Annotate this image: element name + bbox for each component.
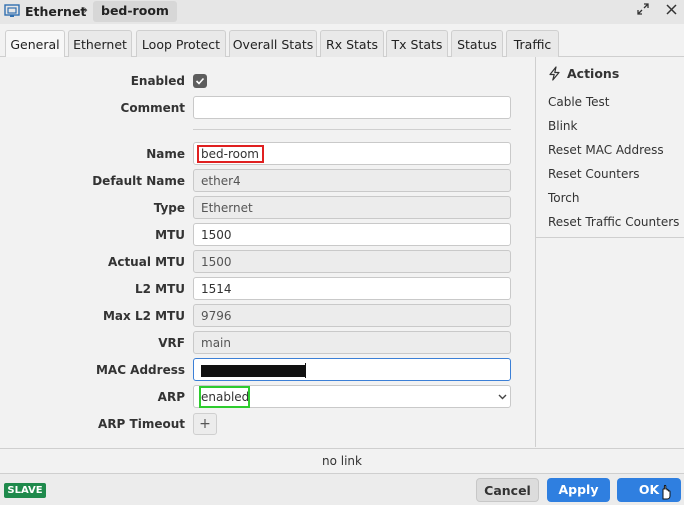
- arp-highlight-box: [199, 386, 250, 408]
- vrf-field: main: [193, 331, 511, 354]
- enabled-label: Enabled: [130, 74, 185, 88]
- chevron-down-icon[interactable]: [498, 392, 507, 403]
- cancel-button[interactable]: Cancel: [476, 478, 539, 502]
- ethernet-port-icon: [4, 4, 20, 18]
- footer: SLAVE Cancel Apply OK: [0, 474, 684, 505]
- divider: [193, 129, 511, 130]
- status-badge: SLAVE: [4, 483, 46, 498]
- actions-title: Actions: [567, 66, 620, 81]
- breadcrumb-section[interactable]: Ethernet: [25, 4, 86, 19]
- lightning-icon: [548, 66, 561, 84]
- mac-address-label: MAC Address: [95, 363, 185, 377]
- arp-timeout-add-button[interactable]: +: [193, 413, 217, 435]
- l2-mtu-label: L2 MTU: [134, 282, 185, 296]
- actual-mtu-label: Actual MTU: [108, 255, 185, 269]
- action-blink[interactable]: Blink: [548, 119, 577, 133]
- arp-timeout-label: ARP Timeout: [98, 417, 185, 431]
- text-cursor: [305, 363, 306, 378]
- general-form: Enabled Comment Name bed-room Default Na…: [0, 57, 535, 447]
- close-icon[interactable]: [662, 3, 680, 21]
- type-field: Ethernet: [193, 196, 511, 219]
- tab-rx-stats[interactable]: Rx Stats: [320, 30, 384, 57]
- action-cable-test[interactable]: Cable Test: [548, 95, 610, 109]
- mtu-label: MTU: [155, 228, 185, 242]
- enabled-checkbox[interactable]: [193, 74, 207, 88]
- action-reset-counters[interactable]: Reset Counters: [548, 167, 640, 181]
- tab-tx-stats[interactable]: Tx Stats: [386, 30, 448, 57]
- actions-panel: Actions Cable Test Blink Reset MAC Addre…: [535, 57, 684, 447]
- mtu-field[interactable]: 1500: [193, 223, 511, 246]
- name-highlight-box: [197, 145, 264, 163]
- breadcrumb-separator: ›: [83, 3, 89, 18]
- tab-ethernet[interactable]: Ethernet: [68, 30, 132, 57]
- tab-general[interactable]: General: [5, 30, 65, 58]
- tab-traffic[interactable]: Traffic: [506, 30, 559, 57]
- arp-label: ARP: [157, 390, 185, 404]
- l2-mtu-field[interactable]: 1514: [193, 277, 511, 300]
- type-label: Type: [153, 201, 185, 215]
- tab-loop-protect[interactable]: Loop Protect: [136, 30, 226, 57]
- vrf-label: VRF: [158, 336, 185, 350]
- max-l2-mtu-label: Max L2 MTU: [102, 309, 185, 323]
- comment-field[interactable]: [193, 96, 511, 119]
- default-name-label: Default Name: [92, 174, 185, 188]
- tab-bar: General Ethernet Loop Protect Overall St…: [0, 30, 684, 58]
- actual-mtu-field: 1500: [193, 250, 511, 273]
- action-reset-traffic-counters[interactable]: Reset Traffic Counters: [548, 215, 679, 229]
- title-bar: Ethernet › bed-room: [0, 0, 684, 24]
- action-torch[interactable]: Torch: [548, 191, 580, 205]
- mac-address-redaction: [201, 365, 305, 377]
- status-line: no link: [0, 448, 684, 474]
- breadcrumb-item: bed-room: [93, 1, 177, 22]
- tab-overall-stats[interactable]: Overall Stats: [229, 30, 317, 57]
- actions-header: Actions: [548, 65, 678, 83]
- default-name-field: ether4: [193, 169, 511, 192]
- actions-divider: [536, 237, 684, 238]
- expand-icon[interactable]: [634, 3, 652, 21]
- name-label: Name: [146, 147, 185, 161]
- apply-button[interactable]: Apply: [547, 478, 610, 502]
- action-reset-mac-address[interactable]: Reset MAC Address: [548, 143, 664, 157]
- max-l2-mtu-field: 9796: [193, 304, 511, 327]
- comment-label: Comment: [120, 101, 185, 115]
- mouse-pointer-icon: [659, 482, 673, 503]
- tab-status[interactable]: Status: [451, 30, 503, 57]
